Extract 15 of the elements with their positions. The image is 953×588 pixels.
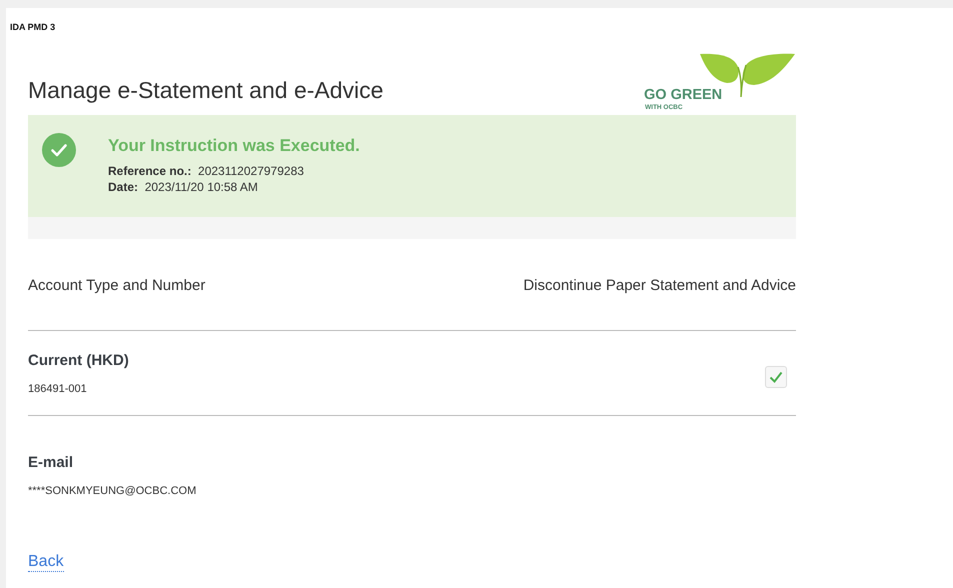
account-number: 186491-001 (28, 382, 88, 394)
column-header: Account Type and Number (28, 277, 206, 296)
column-header: Discontinue Paper Statement and Advice (523, 277, 796, 296)
page-code: IDA PMD 3 (10, 22, 56, 32)
success-message: Your Instruction was Executed. (108, 136, 360, 156)
check-icon (769, 371, 783, 383)
page-title: Manage e-Statement and e-Advice (28, 77, 384, 105)
account-type: Current (HKD) (28, 352, 129, 368)
result-detail: Reference no.: 2023112027979283 (108, 163, 305, 179)
back-link[interactable]: Back (28, 553, 64, 572)
result-detail: Date: 2023/11/20 10:58 AM (108, 179, 259, 195)
email-address: ****SONKMYEUNG@OCBC.COM (28, 485, 198, 497)
checkbox[interactable] (765, 366, 787, 388)
check-circle-icon (42, 133, 76, 167)
email-label: E-mail (28, 454, 74, 471)
